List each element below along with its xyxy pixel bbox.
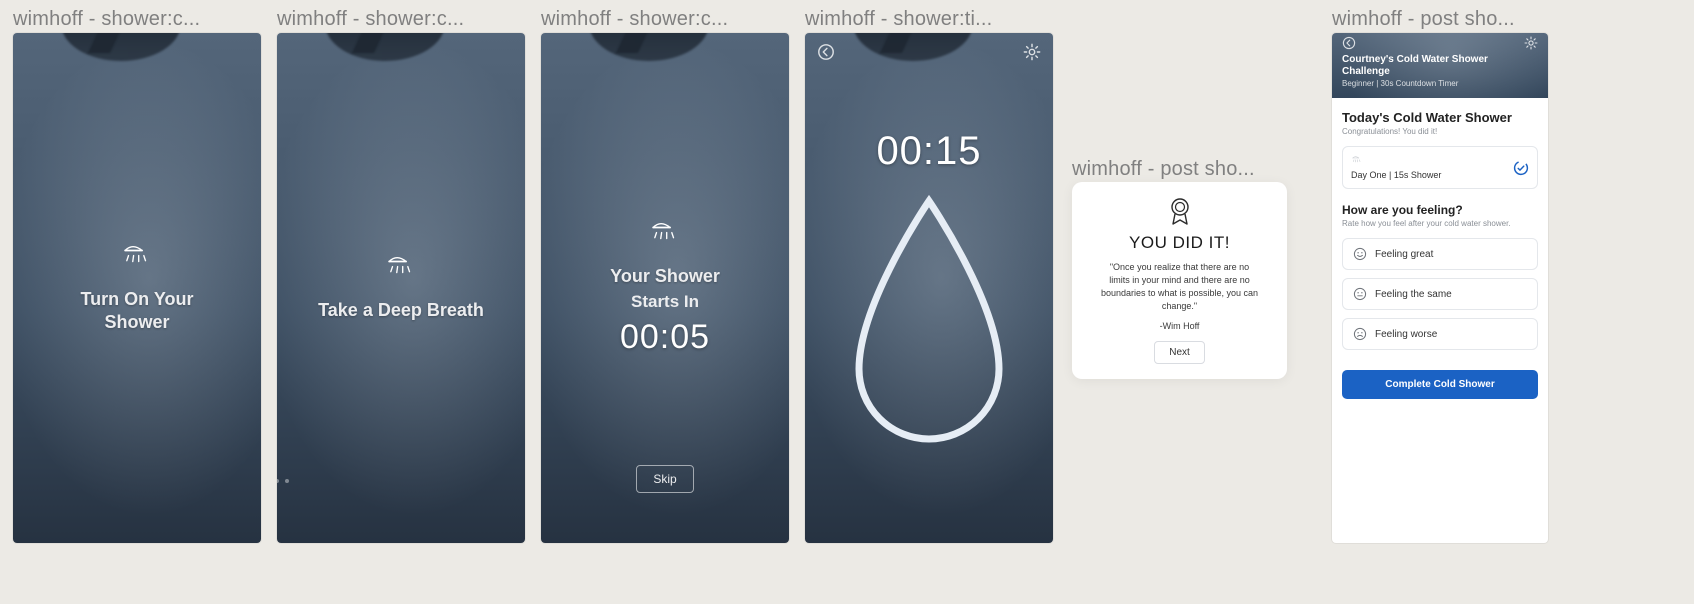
screen-timer: 00:15 (805, 33, 1053, 543)
option-label: Feeling worse (1375, 329, 1437, 340)
shower-icon (648, 219, 682, 253)
neutral-face-icon (1353, 287, 1367, 301)
frame-label: wimhoff - shower:c... (13, 8, 200, 31)
screen-post-shower: Courtney's Cold Water Shower Challenge B… (1332, 33, 1548, 543)
card-author: -Wim Hoff (1160, 321, 1200, 331)
back-icon[interactable] (817, 43, 835, 61)
water-drop-progress (841, 193, 1017, 453)
instruction-text-line2: Starts In (631, 292, 699, 312)
shower-icon (384, 253, 418, 287)
feeling-heading: How are you feeling? (1342, 203, 1538, 217)
complete-button[interactable]: Complete Cold Shower (1342, 370, 1538, 399)
option-feeling-worse[interactable]: Feeling worse (1342, 318, 1538, 350)
congrats-text: Congratulations! You did it! (1342, 127, 1538, 136)
gear-icon[interactable] (1524, 36, 1538, 50)
shower-icon (120, 242, 154, 276)
frame-label: wimhoff - shower:c... (277, 8, 464, 31)
header-subtitle: Beginner | 30s Countdown Timer (1342, 79, 1538, 88)
gear-icon[interactable] (1023, 43, 1041, 61)
skip-button[interactable]: Skip (636, 465, 693, 493)
screen-turn-on-shower: Turn On Your Shower (13, 33, 261, 543)
card-you-did-it: YOU DID IT! "Once you realize that there… (1072, 182, 1287, 379)
day-label: Day One | 15s Shower (1351, 170, 1441, 180)
ribbon-icon (1167, 197, 1193, 227)
next-button[interactable]: Next (1154, 341, 1205, 364)
option-label: Feeling the same (1375, 289, 1452, 300)
screen-deep-breath: Take a Deep Breath (277, 33, 525, 543)
instruction-text: Turn On Your Shower (47, 288, 227, 335)
frame-label: wimhoff - shower:ti... (805, 8, 992, 31)
day-card: Day One | 15s Shower (1342, 146, 1538, 189)
frame-label: wimhoff - post sho... (1332, 8, 1515, 31)
post-header: Courtney's Cold Water Shower Challenge B… (1332, 33, 1548, 98)
happy-face-icon (1353, 247, 1367, 261)
frame-label: wimhoff - shower:c... (541, 8, 728, 31)
page-title: Today's Cold Water Shower (1342, 110, 1538, 125)
screen-countdown: Your Shower Starts In 00:05 Skip (541, 33, 789, 543)
instruction-text-line1: Your Shower (610, 265, 720, 288)
header-title: Courtney's Cold Water Shower Challenge (1342, 54, 1538, 78)
frame-label: wimhoff - post sho... (1072, 158, 1255, 181)
back-icon[interactable] (1342, 36, 1356, 50)
option-label: Feeling great (1375, 249, 1433, 260)
shower-icon (1351, 155, 1363, 167)
page-dots (277, 479, 289, 483)
countdown-value: 00:05 (620, 318, 710, 357)
sad-face-icon (1353, 327, 1367, 341)
timer-value: 00:15 (805, 129, 1053, 174)
card-heading: YOU DID IT! (1129, 233, 1230, 253)
instruction-text: Take a Deep Breath (318, 299, 484, 322)
option-feeling-same[interactable]: Feeling the same (1342, 278, 1538, 310)
check-complete-icon (1513, 160, 1529, 176)
option-feeling-great[interactable]: Feeling great (1342, 238, 1538, 270)
card-quote: "Once you realize that there are no limi… (1100, 261, 1260, 313)
feeling-subtitle: Rate how you feel after your cold water … (1342, 219, 1538, 228)
